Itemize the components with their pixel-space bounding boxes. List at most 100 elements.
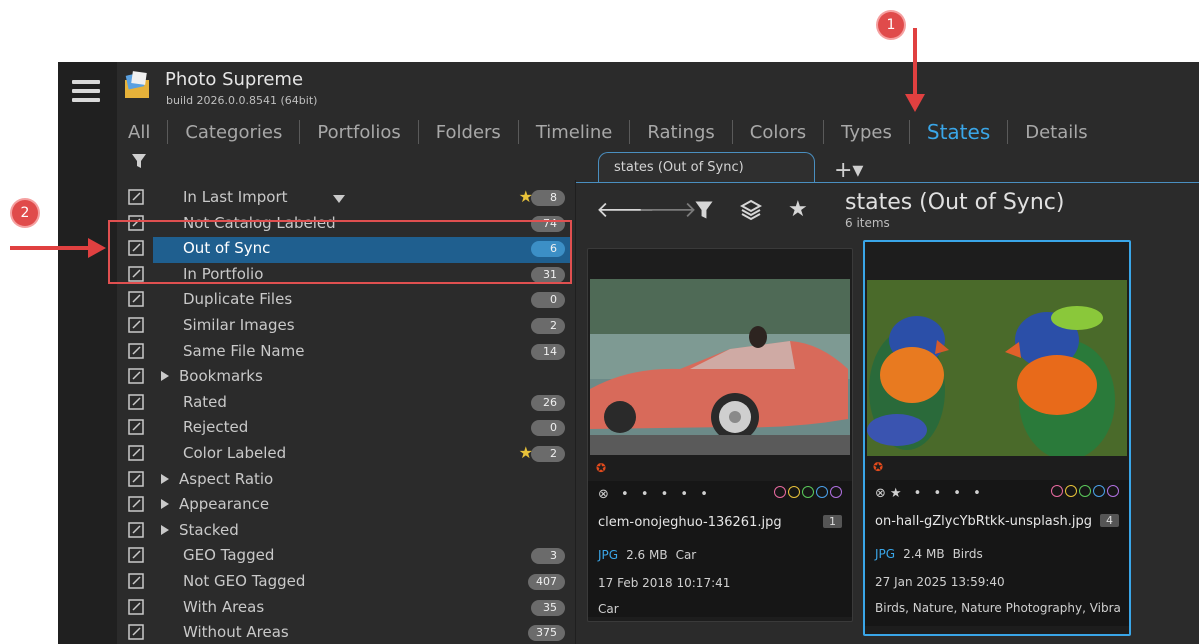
file-category: Birds [952,547,983,561]
expand-arrow-icon[interactable] [161,499,169,510]
states-tree-item-label: Aspect Ratio [179,469,274,488]
thumbnail-card-selected[interactable]: ✪ ⊗★ • • • • on-hall-gZlycYbRtkk-unsplas… [863,240,1131,636]
tab-colors[interactable]: Colors [750,122,806,143]
file-tags: Birds, Nature, Nature Photography, Vibra [875,601,1120,615]
edit-checkbox-icon[interactable] [128,394,144,410]
view-tab-label: states (Out of Sync) [614,160,744,175]
edit-checkbox-icon[interactable] [128,342,144,359]
states-tree-item[interactable]: Without Areas 375 [123,621,571,644]
color-dot-blue[interactable] [816,486,828,498]
tab-folders[interactable]: Folders [436,122,501,143]
expand-arrow-icon[interactable] [161,371,169,382]
edit-checkbox-icon[interactable] [128,445,144,461]
view-title: states (Out of Sync) [845,190,1065,215]
color-dot-pink[interactable] [1051,485,1063,497]
tab-all[interactable]: All [128,122,150,143]
tab-states[interactable]: States [927,120,990,144]
item-count-badge: 407 [528,574,565,590]
thumbnail-info: ⊗★ • • • • on-hall-gZlycYbRtkk-unsplash.… [865,480,1129,626]
states-tree-item[interactable]: Rejected 0 [123,416,571,440]
color-dot-blue[interactable] [1093,485,1105,497]
edit-checkbox-icon[interactable] [128,522,144,538]
tab-details[interactable]: Details [1025,122,1087,143]
file-size: 2.4 MB [903,547,945,561]
color-label-dots[interactable] [772,486,842,498]
states-tree-item-label: Bookmarks [179,367,263,386]
file-meta: JPG 2.6 MB Car [598,548,704,562]
app-window: Photo Supreme build 2026.0.0.8541 (64bit… [58,62,1199,644]
add-tab-button[interactable]: +▾ [834,158,863,183]
states-tree-item-label: Stacked [179,520,239,539]
tab-portfolios[interactable]: Portfolios [317,122,400,143]
dropdown-arrow-icon[interactable] [333,195,345,203]
states-tree-item[interactable]: Duplicate Files 0 [123,288,571,312]
edit-checkbox-icon[interactable] [128,368,144,384]
edit-checkbox-icon[interactable] [128,547,144,564]
tab-separator [517,120,519,144]
forward-arrow-icon[interactable]: 🡒 [638,197,697,223]
states-tree-item[interactable]: Color Labeled ★ 2 [123,442,571,466]
color-dot-yellow[interactable] [1065,485,1077,497]
item-count-badge: 375 [528,625,565,642]
expand-arrow-icon[interactable] [161,473,169,484]
states-tree-item[interactable]: Bookmarks [123,365,571,389]
states-tree-item[interactable]: Rated 26 [123,391,571,415]
states-tree-item-label: Rejected [183,418,249,437]
filter-icon[interactable] [694,199,714,221]
states-tree-item[interactable]: Appearance [123,493,571,517]
edit-checkbox-icon[interactable] [128,317,144,333]
color-dot-green[interactable] [1079,485,1091,497]
tab-timeline[interactable]: Timeline [536,122,613,143]
states-tree-item-label: With Areas [183,597,265,616]
states-tree-item[interactable]: GEO Tagged 3 [123,544,571,568]
tab-separator [908,120,910,144]
states-tree-item-label: Appearance [179,495,270,514]
out-of-sync-icon: ✪ [596,461,607,475]
states-tree-item[interactable]: With Areas 35 [123,596,571,620]
edit-checkbox-icon[interactable] [128,624,144,640]
item-count-badge: 26 [531,394,565,411]
hamburger-menu-icon[interactable] [72,80,100,102]
annotation-marker-2: 2 [12,200,38,226]
annotation-arrowhead-right [88,238,106,258]
layers-icon[interactable] [740,199,762,221]
view-tab[interactable]: states (Out of Sync) [598,152,815,183]
item-count-badge: 35 [531,599,565,616]
edit-checkbox-icon[interactable] [128,496,144,512]
edit-checkbox-icon[interactable] [128,598,144,615]
edit-checkbox-icon[interactable] [128,291,144,308]
annotation-marker-1: 1 [878,12,904,38]
color-dot-green[interactable] [802,486,814,498]
states-tree-item[interactable]: Similar Images 2 [123,314,571,338]
file-type: JPG [875,547,896,561]
edit-checkbox-icon[interactable] [128,573,144,589]
expand-arrow-icon[interactable] [161,524,169,535]
states-tree-item[interactable]: Same File Name 14 [123,340,571,364]
item-count-badge: 2 [531,446,565,462]
states-tree-item[interactable]: Not GEO Tagged 407 [123,570,571,594]
states-tree-item[interactable]: In Last Import ★ 8 [123,186,571,210]
rating-stars[interactable]: ⊗★ • • • • [875,486,985,501]
states-tree-item[interactable]: Stacked [123,519,571,543]
color-dot-purple[interactable] [1107,485,1119,497]
file-name: clem-onojeghuo-136261.jpg [598,515,782,530]
color-dot-yellow[interactable] [788,486,800,498]
color-label-dots[interactable] [1049,485,1119,497]
states-tree-item-label: Color Labeled [183,444,287,462]
edit-checkbox-icon[interactable] [128,419,144,436]
tab-categories[interactable]: Categories [185,122,282,143]
thumbnail-card[interactable]: ✪ ⊗ • • • • • clem-onojeghuo-136261.jpg … [587,248,853,622]
rating-stars[interactable]: ⊗ • • • • • [598,487,712,502]
edit-checkbox-icon[interactable] [128,189,144,205]
star-icon[interactable]: ★ [788,197,808,222]
panel-divider[interactable] [575,180,576,644]
tab-ratings[interactable]: Ratings [647,122,714,143]
out-of-sync-icon: ✪ [873,460,884,474]
color-dot-purple[interactable] [830,486,842,498]
edit-checkbox-icon[interactable] [128,470,144,487]
tab-types[interactable]: Types [841,122,892,143]
color-dot-pink[interactable] [774,486,786,498]
car-photo [590,279,850,455]
filter-icon[interactable] [131,152,147,170]
states-tree-item[interactable]: Aspect Ratio [123,468,571,492]
